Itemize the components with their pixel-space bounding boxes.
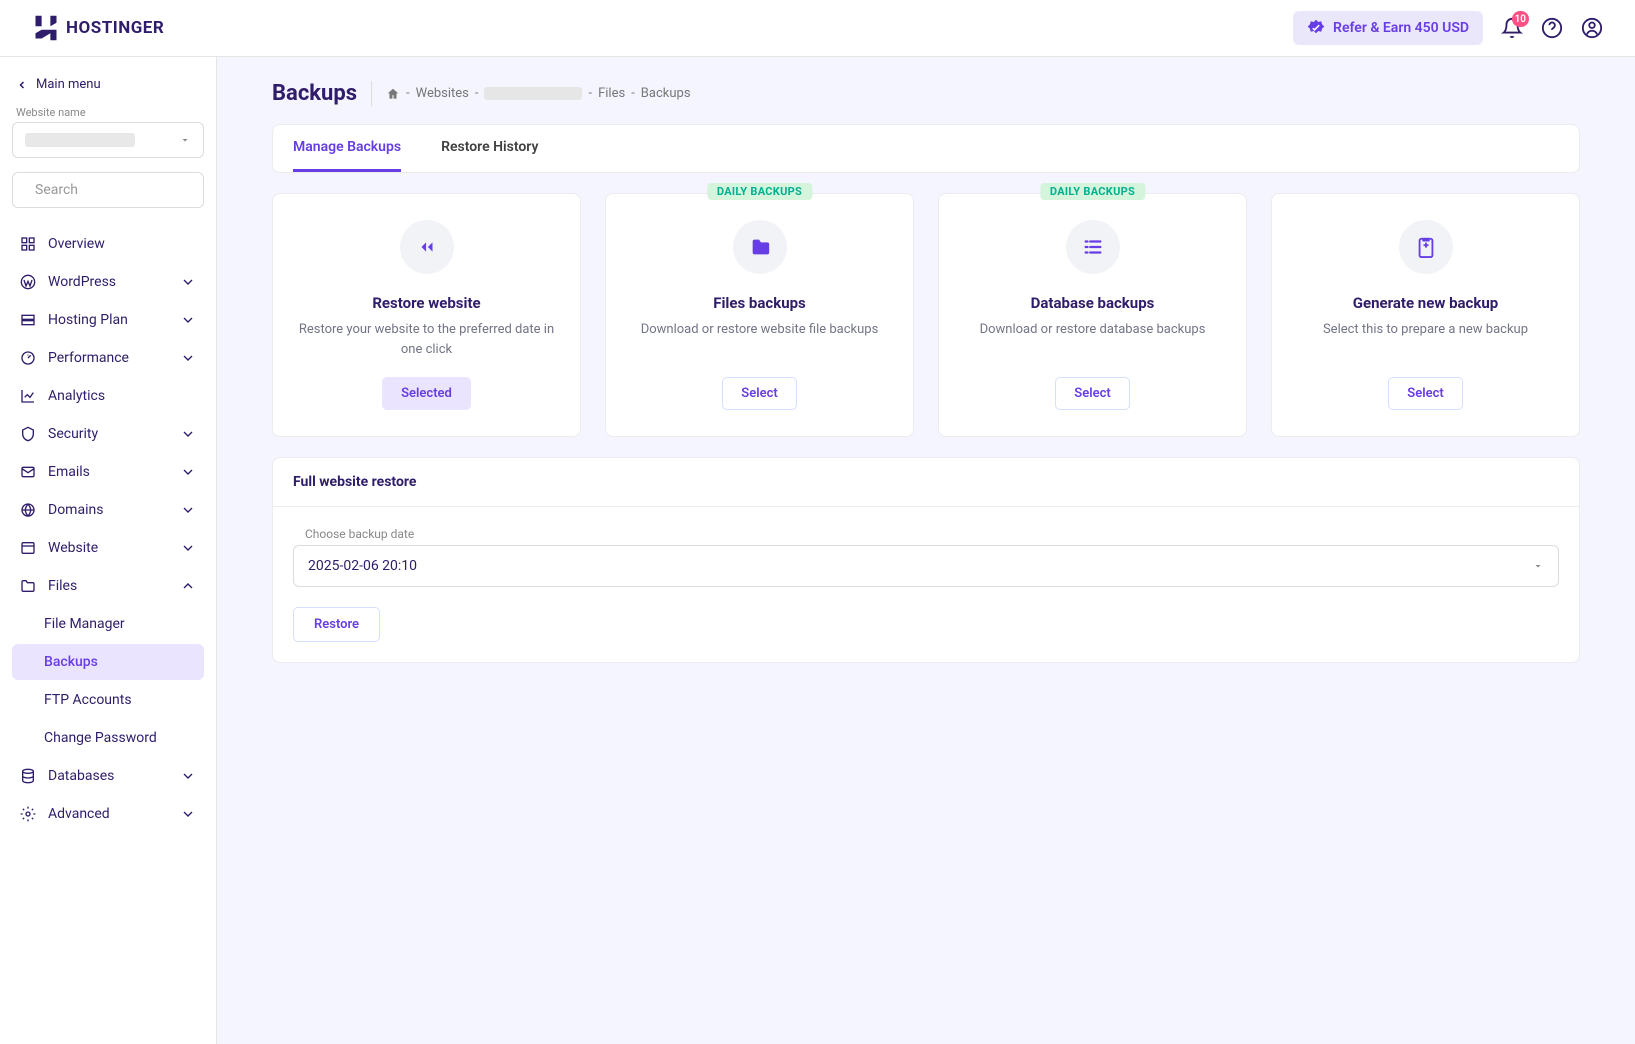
rewind-icon bbox=[400, 220, 454, 274]
chevron-down-icon bbox=[180, 426, 196, 442]
sidebar-item-databases[interactable]: Databases bbox=[12, 758, 204, 794]
server-icon bbox=[20, 312, 36, 328]
panel-title: Full website restore bbox=[273, 458, 1579, 507]
website-name-redacted bbox=[25, 133, 135, 147]
chart-icon bbox=[20, 388, 36, 404]
backup-date-dropdown[interactable]: 2025-02-06 20:10 bbox=[293, 545, 1559, 587]
sidebar-item-overview[interactable]: Overview bbox=[12, 226, 204, 262]
badge-icon bbox=[1307, 19, 1325, 37]
card-database-backups: Database backups Download or restore dat… bbox=[938, 193, 1247, 437]
chevron-left-icon bbox=[16, 79, 28, 91]
main-content: Backups - Websites - - Files - Backups M… bbox=[217, 57, 1635, 1044]
help-icon bbox=[1541, 17, 1563, 39]
main-menu-link[interactable]: Main menu bbox=[12, 69, 204, 100]
gear-icon bbox=[20, 806, 36, 822]
card-description: Restore your website to the preferred da… bbox=[293, 320, 560, 359]
folder-icon bbox=[20, 578, 36, 594]
chevron-up-icon bbox=[180, 578, 196, 594]
card-description: Download or restore website file backups bbox=[641, 320, 879, 359]
help-button[interactable] bbox=[1541, 17, 1563, 39]
sidebar-item-emails[interactable]: Emails bbox=[12, 454, 204, 490]
daily-backups-tag: DAILY BACKUPS bbox=[1040, 183, 1145, 200]
sidebar-item-security[interactable]: Security bbox=[12, 416, 204, 452]
folder-icon bbox=[733, 220, 787, 274]
mail-icon bbox=[20, 464, 36, 480]
daily-backups-tag: DAILY BACKUPS bbox=[707, 183, 812, 200]
account-button[interactable] bbox=[1581, 17, 1603, 39]
logo-text: HOSTINGER bbox=[66, 18, 164, 38]
caret-down-icon bbox=[179, 134, 191, 146]
sidebar-item-performance[interactable]: Performance bbox=[12, 340, 204, 376]
window-icon bbox=[20, 540, 36, 556]
logo[interactable]: HOSTINGER bbox=[32, 14, 164, 42]
restore-button[interactable]: Restore bbox=[293, 607, 380, 642]
chevron-down-icon bbox=[180, 502, 196, 518]
add-document-icon bbox=[1399, 220, 1453, 274]
notifications-button[interactable]: 10 bbox=[1501, 17, 1523, 39]
gauge-icon bbox=[20, 350, 36, 366]
page-title: Backups bbox=[272, 81, 372, 106]
grid-icon bbox=[20, 236, 36, 252]
sidebar-item-wordpress[interactable]: WordPress bbox=[12, 264, 204, 300]
search-box[interactable] bbox=[12, 172, 204, 208]
shield-icon bbox=[20, 426, 36, 442]
sidebar-item-domains[interactable]: Domains bbox=[12, 492, 204, 528]
sidebar-item-advanced[interactable]: Advanced bbox=[12, 796, 204, 832]
card-generate-backup: Generate new backup Select this to prepa… bbox=[1271, 193, 1580, 437]
tab-manage-backups[interactable]: Manage Backups bbox=[293, 125, 401, 172]
sidebar-item-website[interactable]: Website bbox=[12, 530, 204, 566]
chevron-down-icon bbox=[180, 540, 196, 556]
card-description: Select this to prepare a new backup bbox=[1323, 320, 1528, 359]
card-title: Restore website bbox=[372, 294, 480, 312]
sidebar-sub-backups[interactable]: Backups bbox=[12, 644, 204, 680]
globe-icon bbox=[20, 502, 36, 518]
refer-earn-button[interactable]: Refer & Earn 450 USD bbox=[1293, 11, 1483, 45]
card-restore-website-button[interactable]: Selected bbox=[382, 377, 471, 410]
notification-badge: 10 bbox=[1512, 11, 1529, 27]
chevron-down-icon bbox=[180, 768, 196, 784]
search-input[interactable] bbox=[35, 182, 213, 198]
sidebar-item-hosting-plan[interactable]: Hosting Plan bbox=[12, 302, 204, 338]
chevron-down-icon bbox=[180, 464, 196, 480]
crumb-site-redacted bbox=[484, 87, 582, 100]
backup-date-label: Choose backup date bbox=[305, 527, 1559, 541]
card-description: Download or restore database backups bbox=[980, 320, 1206, 359]
chevron-down-icon bbox=[180, 806, 196, 822]
crumb-websites[interactable]: Websites bbox=[416, 86, 469, 101]
chevron-down-icon bbox=[180, 350, 196, 366]
card-restore-website: Restore website Restore your website to … bbox=[272, 193, 581, 437]
database-icon bbox=[20, 768, 36, 784]
card-files-backups: Files backups Download or restore websit… bbox=[605, 193, 914, 437]
caret-down-icon bbox=[1532, 560, 1544, 572]
sidebar-item-analytics[interactable]: Analytics bbox=[12, 378, 204, 414]
home-icon[interactable] bbox=[386, 87, 400, 101]
sidebar: Main menu Website name Overview WordPres… bbox=[0, 57, 217, 1044]
wordpress-icon bbox=[20, 274, 36, 290]
card-files-backups-button[interactable]: Select bbox=[722, 377, 796, 410]
breadcrumb: - Websites - - Files - Backups bbox=[386, 86, 691, 101]
crumb-files[interactable]: Files bbox=[598, 86, 625, 101]
card-title: Files backups bbox=[713, 294, 806, 312]
website-selector[interactable] bbox=[12, 122, 204, 158]
tab-restore-history[interactable]: Restore History bbox=[441, 125, 538, 172]
crumb-backups: Backups bbox=[641, 86, 691, 101]
list-icon bbox=[1066, 220, 1120, 274]
sidebar-sub-ftp[interactable]: FTP Accounts bbox=[12, 682, 204, 718]
backup-date-value: 2025-02-06 20:10 bbox=[308, 558, 417, 574]
website-name-label: Website name bbox=[12, 106, 204, 119]
card-database-backups-button[interactable]: Select bbox=[1055, 377, 1129, 410]
chevron-down-icon bbox=[180, 274, 196, 290]
sidebar-sub-change-password[interactable]: Change Password bbox=[12, 720, 204, 756]
hostinger-logo-icon bbox=[32, 14, 60, 42]
user-icon bbox=[1581, 17, 1603, 39]
card-generate-backup-button[interactable]: Select bbox=[1388, 377, 1462, 410]
card-title: Database backups bbox=[1031, 294, 1155, 312]
card-title: Generate new backup bbox=[1353, 294, 1498, 312]
sidebar-item-files[interactable]: Files bbox=[12, 568, 204, 604]
sidebar-sub-file-manager[interactable]: File Manager bbox=[12, 606, 204, 642]
chevron-down-icon bbox=[180, 312, 196, 328]
